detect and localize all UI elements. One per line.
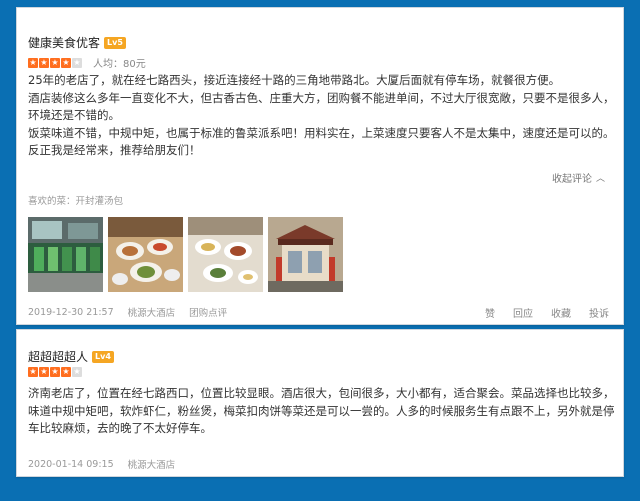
chevron-up-icon: ︿ <box>595 174 605 184</box>
watermark: 小时餐饮时报 <box>513 458 620 477</box>
reply-button[interactable]: 回应 <box>513 305 533 320</box>
review-paragraph: 济南老店了，位置在经七路西口，位置比较显眼。酒店很大，包间很多，大小都有，适合聚… <box>28 386 615 435</box>
star-rating: ★ ★ ★ ★ ★ <box>28 367 83 377</box>
username[interactable]: 健康美食优客 <box>28 34 100 51</box>
watermark-text: 小时餐饮时报 <box>535 462 620 477</box>
star-icon: ★ <box>72 367 82 377</box>
star-icon: ★ <box>61 367 71 377</box>
review-photo-dining-hall[interactable] <box>28 217 103 292</box>
review-meta: 2020-01-14 09:15 桃源大酒店 <box>28 457 189 472</box>
review-source: 团购点评 <box>189 308 228 319</box>
review-card: 健康美食优客 Lv5 ★ ★ ★ ★ ★ 人均：80元 25年的老店了，就在经七路西头，… <box>16 7 624 325</box>
review-timestamp: 2019-12-30 21:57 <box>28 306 114 318</box>
shop-name-link[interactable]: 桃源大酒店 <box>128 305 176 319</box>
user-row: 健康美食优客 Lv5 <box>28 34 126 51</box>
review-card: 超超超超人 Lv4 ★ ★ ★ ★ ★ 济南老店了，位置在经七路西口，位置比较显眼。酒店… <box>16 329 624 477</box>
review-photo-restaurant-entrance[interactable] <box>268 217 343 292</box>
liked-dishes: 喜欢的菜：开封灌汤包 <box>28 196 124 207</box>
star-icon: ★ <box>72 57 82 68</box>
star-icon: ★ <box>39 367 49 377</box>
level-badge: Lv4 <box>92 350 114 363</box>
favorite-button[interactable]: 收藏 <box>551 305 571 320</box>
shop-name-link[interactable]: 桃源大酒店 <box>128 457 176 471</box>
review-meta: 2019-12-30 21:57 桃源大酒店 团购点评 <box>28 305 241 320</box>
per-person-price: 人均：80元 <box>93 59 146 70</box>
user-row: 超超超超人 Lv4 <box>28 348 114 365</box>
star-icon: ★ <box>50 57 60 68</box>
collapse-label: 收起评论 <box>551 174 592 185</box>
star-rating: ★ ★ ★ ★ ★ <box>28 57 83 68</box>
report-button[interactable]: 投诉 <box>589 305 609 320</box>
photo-gallery <box>28 217 343 292</box>
like-button[interactable]: 赞 <box>485 305 495 320</box>
star-icon: ★ <box>50 367 60 377</box>
star-icon: ★ <box>39 57 49 68</box>
collapse-review-link[interactable]: 收起评论 ︿ <box>552 170 605 185</box>
review-paragraph: 反正我是经常来，推荐给朋友们！ <box>28 143 201 157</box>
review-paragraph: 酒店装修这么多年一直变化不大，但古香古色、庄重大方，团购餐不能进单间，不过大厅很… <box>28 90 615 123</box>
rating-row: ★ ★ ★ ★ ★ <box>28 367 83 377</box>
star-icon: ★ <box>28 57 38 68</box>
review-actions: 赞 回应 收藏 投诉 <box>467 305 609 320</box>
level-badge: Lv5 <box>104 36 126 49</box>
review-text: 济南老店了，位置在经七路西口，位置比较显眼。酒店很大，包间很多，大小都有，适合聚… <box>28 385 618 438</box>
review-paragraph: 25年的老店了，就在经七路西头，接近连接经十路的三角地带路北。大厦后面就有停车场… <box>28 73 561 87</box>
rating-row: ★ ★ ★ ★ ★ 人均：80元 <box>28 55 146 70</box>
star-icon: ★ <box>28 367 38 377</box>
review-photo-table-dishes[interactable] <box>108 217 183 292</box>
wechat-icon <box>513 461 530 474</box>
review-text: 25年的老店了，就在经七路西头，接近连接经十路的三角地带路北。大厦后面就有停车场… <box>28 72 618 160</box>
review-paragraph: 饭菜味道不错，中规中矩，也属于标准的鲁菜派系吧！用料实在，上菜速度只要客人不是太… <box>28 125 615 140</box>
frame-top <box>0 0 640 7</box>
review-photo-table-dishes-2[interactable] <box>188 217 263 292</box>
star-icon: ★ <box>61 57 71 68</box>
username[interactable]: 超超超超人 <box>28 348 88 365</box>
review-timestamp: 2020-01-14 09:15 <box>28 458 114 470</box>
